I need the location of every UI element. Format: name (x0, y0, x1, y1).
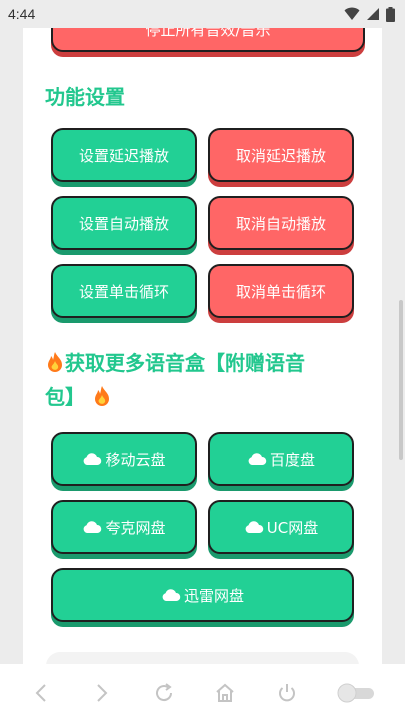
status-icons (344, 6, 395, 22)
cancel-click-loop-label: 取消单击循环 (235, 282, 326, 301)
cloud-icon (248, 453, 267, 465)
toggle-switch[interactable] (335, 680, 377, 706)
battery-icon (386, 6, 395, 22)
uc-pan-button[interactable]: UC网盘 (208, 500, 354, 554)
wifi-icon (344, 7, 360, 20)
settings-title: 功能设置 (45, 85, 125, 109)
cloud-icon (84, 453, 102, 465)
status-bar: 4:44 (0, 0, 405, 28)
cancel-auto-play-button[interactable]: 取消自动播放 (208, 196, 354, 250)
signal-icon (367, 8, 379, 20)
cancel-auto-play-label: 取消自动播放 (235, 214, 326, 233)
set-click-loop-label: 设置单击循环 (78, 282, 169, 301)
mobile-cloud-button[interactable]: 移动云盘 (51, 432, 197, 486)
quark-pan-button[interactable]: 夸克网盘 (51, 500, 197, 554)
set-click-loop-button[interactable]: 设置单击循环 (51, 264, 197, 318)
bottom-panel (46, 652, 359, 664)
cancel-delay-play-label: 取消延迟播放 (235, 146, 326, 165)
scrollbar[interactable] (399, 300, 403, 460)
content-card: 停止所有音效/音乐 功能设置 设置延迟播放 取消延迟播放 设置自动播放 取消自动… (23, 28, 382, 664)
status-time: 4:44 (8, 6, 36, 22)
power-icon[interactable] (274, 680, 300, 706)
set-delay-play-label: 设置延迟播放 (78, 146, 169, 165)
set-auto-play-button[interactable]: 设置自动播放 (51, 196, 197, 250)
more-voicebox-title: 获取更多语音盒【附赠语音 包】 (45, 346, 365, 414)
cloud-icon (245, 521, 264, 533)
mobile-cloud-label: 移动云盘 (105, 450, 166, 469)
set-delay-play-button[interactable]: 设置延迟播放 (51, 128, 197, 182)
xunlei-pan-label: 迅雷网盘 (183, 586, 244, 605)
fire-icon (48, 352, 62, 372)
navigation-bar (0, 664, 405, 721)
stop-all-sounds-label: 停止所有音效/音乐 (145, 28, 271, 39)
refresh-icon[interactable] (151, 680, 177, 706)
forward-icon[interactable] (89, 680, 115, 706)
cloud-icon (162, 589, 181, 601)
home-icon[interactable] (212, 680, 238, 706)
quark-pan-label: 夸克网盘 (105, 518, 166, 537)
more-voicebox-title-line1: 获取更多语音盒【附赠语音 (65, 351, 305, 375)
fire-icon (94, 386, 109, 406)
xunlei-pan-button[interactable]: 迅雷网盘 (51, 568, 354, 622)
more-voicebox-title-line2: 包】 (45, 385, 85, 409)
cloud-icon (84, 521, 102, 533)
cancel-delay-play-button[interactable]: 取消延迟播放 (208, 128, 354, 182)
stop-all-sounds-button[interactable]: 停止所有音效/音乐 (51, 28, 365, 52)
cancel-click-loop-button[interactable]: 取消单击循环 (208, 264, 354, 318)
set-auto-play-label: 设置自动播放 (78, 214, 169, 233)
back-icon[interactable] (28, 680, 54, 706)
baidu-pan-button[interactable]: 百度盘 (208, 432, 354, 486)
uc-pan-label: UC网盘 (266, 518, 319, 537)
baidu-pan-label: 百度盘 (269, 450, 315, 469)
